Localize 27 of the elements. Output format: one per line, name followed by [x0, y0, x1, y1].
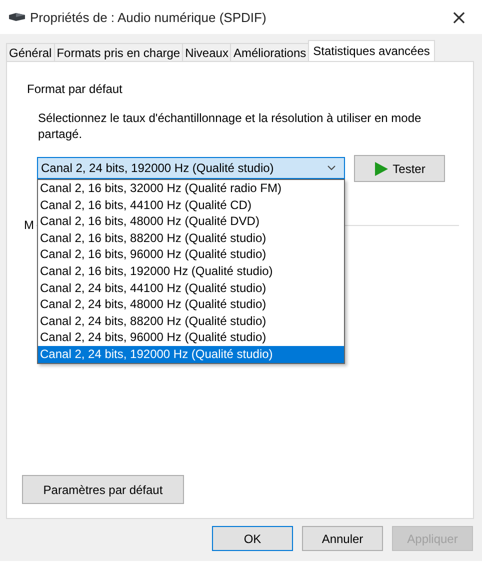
- group-label: M: [24, 218, 34, 232]
- chevron-down-icon: [327, 165, 336, 171]
- restore-defaults-button[interactable]: Paramètres par défaut: [22, 475, 184, 504]
- dropdown-option[interactable]: Canal 2, 24 bits, 88200 Hz (Qualité studio): [38, 312, 344, 330]
- dialog-button[interactable]: OK: [212, 526, 293, 551]
- dropdown-option[interactable]: Canal 2, 16 bits, 96000 Hz (Qualité studio): [38, 246, 344, 263]
- dropdown-option[interactable]: Canal 2, 16 bits, 192000 Hz (Qualité studio): [38, 262, 344, 280]
- tab[interactable]: Général: [6, 43, 55, 61]
- dropdown-option[interactable]: Canal 2, 24 bits, 192000 Hz (Qualité studio): [38, 346, 344, 363]
- test-button[interactable]: Tester: [354, 155, 445, 182]
- section-heading: Format par défaut: [27, 82, 124, 96]
- dropdown-option[interactable]: Canal 2, 24 bits, 44100 Hz (Qualité studio): [38, 280, 344, 296]
- description-text: Sélectionnez le taux d'échantillonnage et la résolution à utiliser en mode partagé.: [38, 110, 422, 142]
- window-title: Propriétés de : Audio numérique (SPDIF): [30, 10, 268, 24]
- tab[interactable]: Statistiques avancées: [308, 40, 435, 61]
- dialog-button[interactable]: Annuler: [302, 526, 383, 551]
- tab[interactable]: Formats pris en charge: [54, 43, 184, 61]
- dropdown-option[interactable]: Canal 2, 16 bits, 44100 Hz (Qualité CD): [38, 196, 344, 214]
- play-icon: [374, 162, 388, 176]
- dropdown-option[interactable]: Canal 2, 24 bits, 48000 Hz (Qualité studio): [38, 296, 344, 313]
- dropdown-option[interactable]: Canal 2, 16 bits, 48000 Hz (Qualité DVD): [38, 213, 344, 230]
- close-button[interactable]: ×: [436, 0, 482, 34]
- dropdown-option[interactable]: Canal 2, 16 bits, 88200 Hz (Qualité studio): [38, 230, 344, 246]
- speaker-device-icon: [8, 12, 26, 22]
- format-dropdown[interactable]: Canal 2, 24 bits, 192000 Hz (Qualité studio): [37, 157, 345, 179]
- dropdown-option[interactable]: Canal 2, 16 bits, 32000 Hz (Qualité radio FM): [38, 180, 344, 197]
- dropdown-option[interactable]: Canal 2, 24 bits, 96000 Hz (Qualité studio): [38, 329, 344, 346]
